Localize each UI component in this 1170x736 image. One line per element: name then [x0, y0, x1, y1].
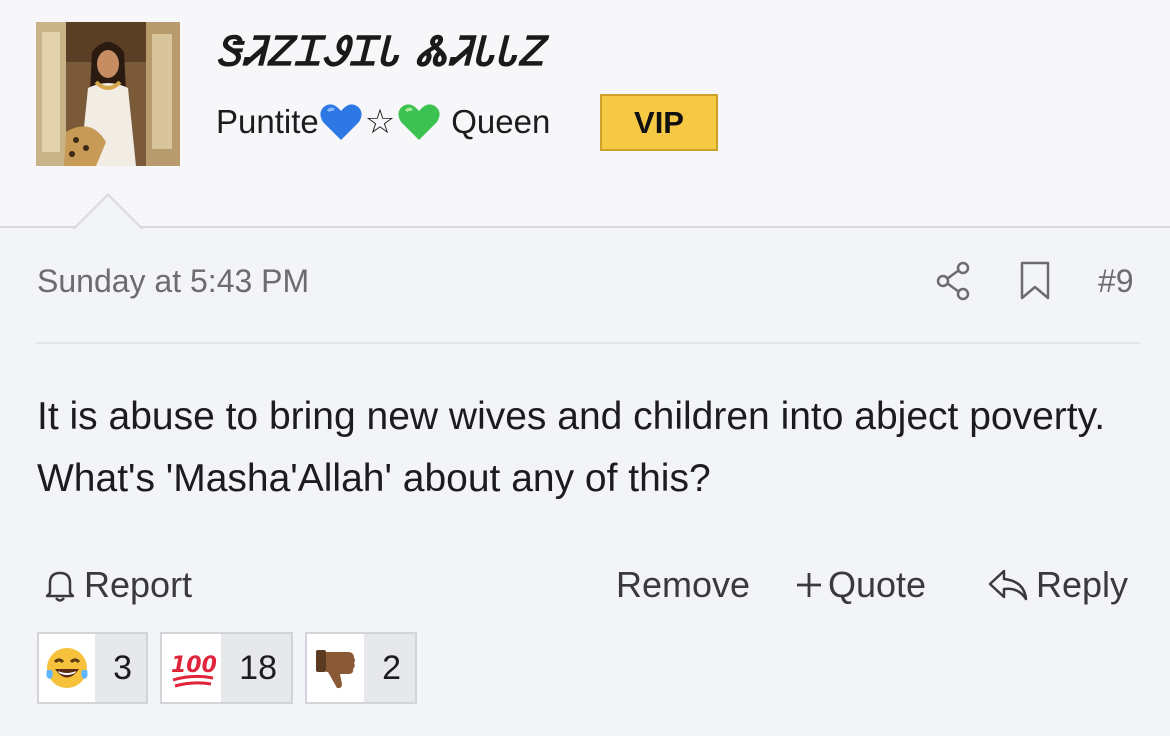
reaction-hundred[interactable]: 100 18 — [160, 632, 293, 704]
post-number[interactable]: #9 — [1098, 263, 1134, 300]
remove-label: Remove — [616, 564, 751, 605]
quote-button[interactable]: Quote — [794, 560, 926, 610]
username[interactable]: ᏕᏘᏃᏆᏭᏆᏓ ᏜᏘᏓᏓᏃ — [216, 28, 546, 75]
user-header: ᏕᏘᏃᏆᏭᏆᏓ ᏜᏘᏓᏓᏃ Puntite ☆ Queen VIP — [0, 0, 1170, 228]
post-date[interactable]: Sunday at 5:43 PM — [37, 263, 309, 300]
user-title-prefix: Puntite — [216, 103, 319, 140]
hundred-points-icon: 100 — [162, 634, 222, 702]
remove-button[interactable]: Remove — [616, 560, 750, 610]
bell-icon — [45, 571, 75, 602]
avatar-image — [36, 22, 180, 166]
bookmark-icon[interactable] — [1018, 260, 1052, 302]
user-title: Puntite ☆ Queen — [216, 96, 550, 148]
thumbs-down-icon — [307, 634, 365, 702]
divider — [36, 342, 1140, 344]
plus-icon — [797, 573, 821, 597]
reaction-laughing[interactable]: 3 — [37, 632, 148, 704]
reaction-thumbs-down[interactable]: 2 — [305, 632, 417, 704]
blue-heart-icon — [320, 104, 362, 140]
reply-arrow-icon — [988, 569, 1028, 601]
report-button[interactable]: Report — [40, 560, 192, 610]
post-body: It is abuse to bring new wives and child… — [37, 395, 1106, 500]
reply-button[interactable]: Reply — [986, 560, 1128, 610]
report-label: Report — [84, 564, 193, 605]
svg-text:100: 100 — [171, 653, 217, 678]
quote-label: Quote — [828, 564, 927, 605]
share-icon[interactable] — [934, 260, 974, 302]
laughing-tears-icon — [39, 634, 96, 702]
vip-badge: VIP — [600, 94, 718, 151]
reaction-count: 2 — [382, 648, 401, 687]
star-icon: ☆ — [364, 102, 396, 142]
reaction-count: 3 — [113, 648, 132, 687]
reaction-count: 18 — [239, 648, 277, 687]
user-title-suffix: Queen — [451, 103, 551, 140]
header-pointer — [72, 193, 144, 230]
avatar[interactable] — [36, 22, 180, 166]
reply-label: Reply — [1036, 564, 1129, 605]
green-heart-icon — [398, 104, 440, 140]
